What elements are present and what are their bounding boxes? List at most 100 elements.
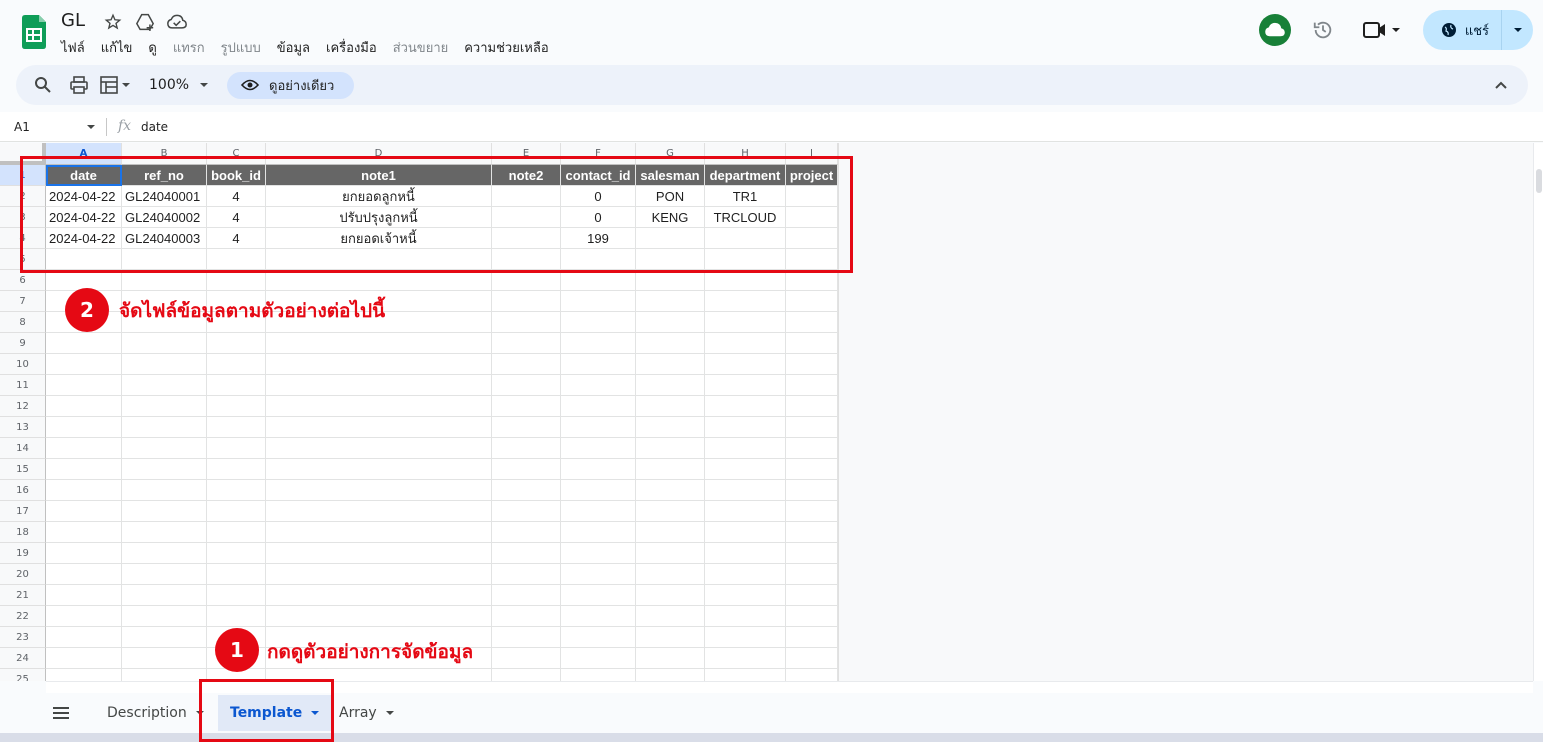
cell[interactable] — [46, 522, 122, 543]
cell[interactable] — [266, 333, 492, 354]
row-header[interactable]: 14 — [0, 438, 46, 459]
tab-description[interactable]: Description — [107, 695, 205, 731]
cell[interactable] — [492, 648, 561, 669]
cell[interactable] — [705, 606, 786, 627]
cell[interactable] — [46, 333, 122, 354]
menu-format[interactable]: รูปแบบ — [213, 37, 269, 58]
cell[interactable] — [492, 354, 561, 375]
cell[interactable] — [492, 396, 561, 417]
cell[interactable] — [786, 501, 838, 522]
cell[interactable] — [266, 606, 492, 627]
menu-file[interactable]: ไฟล์ — [61, 37, 93, 58]
cell[interactable] — [636, 270, 705, 291]
cell[interactable] — [46, 564, 122, 585]
meet-button[interactable] — [1362, 21, 1401, 39]
cell[interactable] — [786, 333, 838, 354]
row-header[interactable]: 25 — [0, 669, 46, 681]
zoom-select[interactable]: 100% — [149, 77, 209, 93]
menu-help[interactable]: ความช่วยเหลือ — [456, 37, 556, 58]
cell[interactable] — [207, 270, 266, 291]
cell[interactable] — [705, 543, 786, 564]
cell[interactable] — [636, 396, 705, 417]
cell[interactable] — [786, 396, 838, 417]
version-history-icon[interactable] — [1309, 16, 1337, 44]
cell[interactable] — [46, 627, 122, 648]
cell[interactable] — [492, 606, 561, 627]
cell[interactable] — [786, 585, 838, 606]
cell[interactable] — [561, 396, 636, 417]
cell[interactable] — [705, 459, 786, 480]
cell[interactable] — [636, 312, 705, 333]
cell[interactable] — [266, 396, 492, 417]
cell[interactable] — [636, 522, 705, 543]
cell[interactable] — [492, 270, 561, 291]
search-button[interactable] — [34, 76, 52, 94]
cell[interactable] — [122, 438, 207, 459]
cell[interactable] — [492, 480, 561, 501]
cell[interactable] — [207, 354, 266, 375]
cell[interactable] — [266, 480, 492, 501]
cell[interactable] — [46, 606, 122, 627]
cell[interactable] — [122, 522, 207, 543]
cell[interactable] — [207, 480, 266, 501]
cell[interactable] — [122, 606, 207, 627]
cell[interactable] — [266, 459, 492, 480]
cell[interactable] — [705, 648, 786, 669]
cell[interactable] — [122, 396, 207, 417]
cell[interactable] — [561, 669, 636, 681]
cell[interactable] — [561, 333, 636, 354]
cell[interactable] — [46, 375, 122, 396]
cell[interactable] — [266, 417, 492, 438]
cell[interactable] — [207, 564, 266, 585]
cell[interactable] — [266, 585, 492, 606]
cell[interactable] — [786, 375, 838, 396]
cell[interactable] — [705, 396, 786, 417]
cloud-saved-icon[interactable] — [166, 11, 188, 33]
row-header[interactable]: 23 — [0, 627, 46, 648]
row-header[interactable]: 16 — [0, 480, 46, 501]
cell[interactable] — [492, 438, 561, 459]
row-header[interactable]: 11 — [0, 375, 46, 396]
cell[interactable] — [705, 417, 786, 438]
document-title[interactable]: GL — [61, 10, 85, 31]
cell[interactable] — [46, 354, 122, 375]
row-header[interactable]: 15 — [0, 459, 46, 480]
cell[interactable] — [46, 543, 122, 564]
cell[interactable] — [705, 375, 786, 396]
cell[interactable] — [492, 522, 561, 543]
cell[interactable] — [207, 501, 266, 522]
row-header[interactable]: 20 — [0, 564, 46, 585]
cell[interactable] — [636, 501, 705, 522]
cell[interactable] — [122, 627, 207, 648]
cell[interactable] — [561, 564, 636, 585]
account-cloud-icon[interactable] — [1258, 14, 1291, 46]
cell[interactable] — [786, 270, 838, 291]
chevron-down-icon[interactable] — [86, 122, 96, 132]
cell[interactable] — [266, 375, 492, 396]
cell[interactable] — [492, 564, 561, 585]
cell[interactable] — [122, 375, 207, 396]
cell[interactable] — [561, 627, 636, 648]
cell[interactable] — [705, 291, 786, 312]
print-button[interactable] — [70, 76, 88, 94]
cell[interactable] — [636, 291, 705, 312]
cell[interactable] — [46, 480, 122, 501]
cell[interactable] — [705, 438, 786, 459]
cell[interactable] — [207, 396, 266, 417]
cell[interactable] — [122, 564, 207, 585]
cell[interactable] — [786, 417, 838, 438]
move-to-drive-icon[interactable] — [134, 11, 156, 33]
cell[interactable] — [122, 543, 207, 564]
row-header[interactable]: 7 — [0, 291, 46, 312]
cell[interactable] — [786, 354, 838, 375]
cell[interactable] — [492, 459, 561, 480]
cell[interactable] — [636, 417, 705, 438]
row-header[interactable]: 19 — [0, 543, 46, 564]
scroll-thumb[interactable] — [1536, 169, 1542, 193]
cell[interactable] — [561, 585, 636, 606]
cell[interactable] — [492, 585, 561, 606]
cell[interactable] — [705, 333, 786, 354]
cell[interactable] — [636, 480, 705, 501]
cell[interactable] — [122, 459, 207, 480]
menu-view[interactable]: ดู — [140, 37, 164, 58]
